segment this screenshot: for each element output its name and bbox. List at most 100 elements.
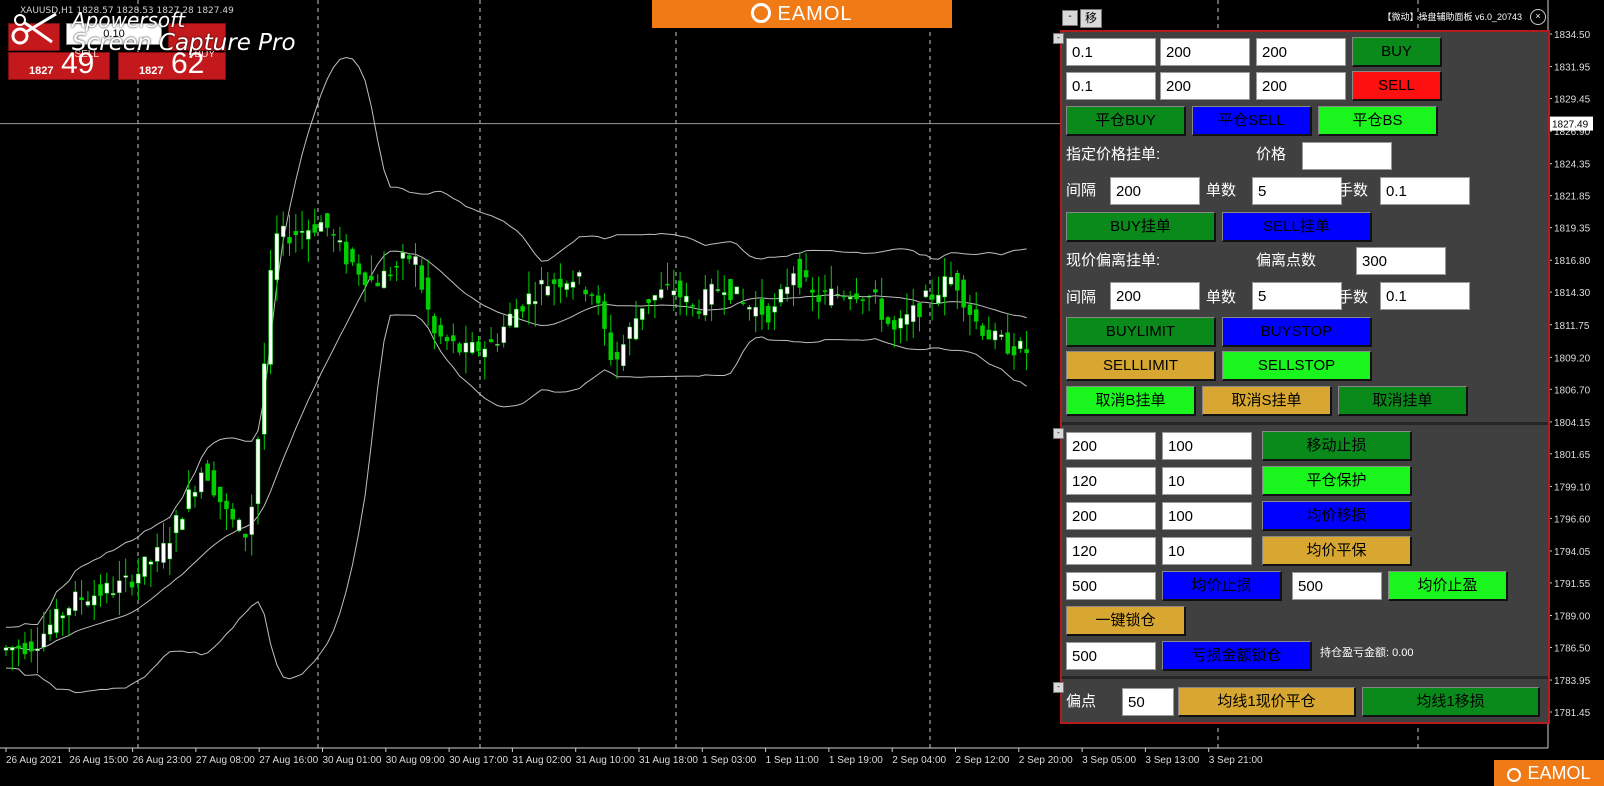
close-buy-button[interactable]: 平仓BUY	[1066, 106, 1186, 136]
time-tick-label: 27 Aug 16:00	[259, 755, 318, 766]
candle-bear	[325, 213, 330, 228]
sell-tp-input[interactable]: 200	[1256, 72, 1346, 100]
candle-bear	[589, 294, 595, 296]
scissors-icon	[11, 12, 57, 45]
buy-button[interactable]: BUY	[1352, 37, 1442, 67]
sell-lots-input[interactable]: 0.1	[1066, 72, 1156, 100]
interval-input[interactable]: 200	[1110, 177, 1200, 205]
buy-tp-input[interactable]: 200	[1256, 38, 1346, 66]
count2-input[interactable]: 5	[1252, 282, 1342, 310]
candle-bear	[608, 332, 614, 360]
ma-close-at-market-button[interactable]: 均线1现价平仓	[1178, 687, 1356, 717]
banner-text: EAMOL	[777, 3, 853, 25]
candle-bear	[892, 320, 897, 330]
price-input[interactable]	[1302, 142, 1392, 170]
one-click-sell-button[interactable]: SELL 1827 49	[8, 47, 110, 80]
collapse-section-2-button[interactable]: -	[1053, 428, 1064, 439]
close-icon[interactable]: ×	[1530, 9, 1546, 25]
count-input[interactable]: 5	[1252, 177, 1342, 205]
ma-move-stop-button[interactable]: 均线1移损	[1362, 687, 1540, 717]
candle-bull	[400, 252, 406, 259]
avg-trail-start-input[interactable]: 200	[1066, 502, 1156, 530]
avg-trail-step-input[interactable]: 100	[1162, 502, 1252, 530]
candle-bull	[999, 334, 1004, 338]
buystop-button[interactable]: BUYSTOP	[1222, 317, 1372, 347]
trail-step-input[interactable]: 100	[1162, 432, 1252, 460]
loss-lock-amount-input[interactable]: 500	[1066, 642, 1156, 670]
breakeven-button[interactable]: 平仓保护	[1262, 466, 1412, 496]
price-axis: 1834.501831.951829.451826.901824.351821.…	[1548, 30, 1593, 719]
avg-breakeven-trigger-input[interactable]: 120	[1066, 537, 1156, 565]
candle-bull	[482, 348, 488, 358]
buy-pending-button[interactable]: BUY挂单	[1066, 212, 1216, 242]
candle-bull	[123, 575, 128, 578]
time-tick-label: 30 Aug 09:00	[386, 755, 445, 766]
candle-bear	[1011, 346, 1017, 356]
collapse-section-1-button[interactable]: -	[1053, 33, 1064, 44]
time-tick-label: 26 Aug 2021	[6, 755, 63, 766]
avg-trailing-stop-button[interactable]: 均价移损	[1262, 501, 1412, 531]
panel-titlebar[interactable]: - 移 【微动】操盘辅助面板 v6.0_20743 ×	[1062, 8, 1550, 30]
breakeven-trigger-input[interactable]: 120	[1066, 467, 1156, 495]
sellstop-button[interactable]: SELLSTOP	[1222, 351, 1372, 381]
candle-bull	[753, 306, 758, 317]
close-sell-button[interactable]: 平仓SELL	[1192, 106, 1312, 136]
candle-bear	[419, 265, 425, 290]
candle-bull	[545, 285, 551, 296]
avg-breakeven-offset-input[interactable]: 10	[1162, 537, 1252, 565]
candle-bear	[967, 304, 973, 315]
candle-bull	[318, 222, 324, 232]
sell-button[interactable]: SELL	[1352, 71, 1442, 101]
candle-bull	[249, 506, 254, 535]
lots-input[interactable]: 0.1	[1380, 177, 1470, 205]
panel-title: 【微动】操盘辅助面板 v6.0_20743	[1382, 12, 1522, 22]
candle-bull	[791, 273, 796, 286]
move-button[interactable]: 移	[1080, 9, 1102, 28]
trailing-stop-button[interactable]: 移动止损	[1262, 431, 1412, 461]
one-click-buy-button[interactable]: BUY 1827 62	[118, 47, 226, 80]
candle-bull	[539, 279, 544, 285]
offset-points-input[interactable]: 50	[1122, 688, 1174, 716]
time-tick-label: 26 Aug 15:00	[69, 755, 128, 766]
candle-bear	[406, 255, 412, 260]
candle-bear	[375, 282, 380, 287]
lots2-input[interactable]: 0.1	[1380, 282, 1470, 310]
candle-bull	[117, 580, 122, 594]
avg-breakeven-button[interactable]: 均价平保	[1262, 536, 1412, 566]
candle-bull	[898, 318, 903, 329]
trail-start-input[interactable]: 200	[1066, 432, 1156, 460]
cancel-all-pending-button[interactable]: 取消挂单	[1338, 386, 1468, 416]
candle-bear	[129, 581, 135, 588]
candle-bull	[640, 308, 645, 320]
cancel-sell-pending-button[interactable]: 取消S挂单	[1202, 386, 1332, 416]
candle-bull	[747, 306, 752, 310]
buylimit-button[interactable]: BUYLIMIT	[1066, 317, 1216, 347]
offset-input[interactable]: 300	[1356, 247, 1446, 275]
interval2-input[interactable]: 200	[1110, 282, 1200, 310]
buy-sl-input[interactable]: 200	[1160, 38, 1250, 66]
sell-sl-input[interactable]: 200	[1160, 72, 1250, 100]
loss-amount-lock-button[interactable]: 亏损金额锁仓	[1162, 641, 1312, 671]
avg-take-profit-button[interactable]: 均价止盈	[1388, 571, 1508, 601]
time-tick-label: 2 Sep 12:00	[956, 755, 1010, 766]
lock-position-button[interactable]: 一键锁仓	[1066, 606, 1186, 636]
sell-pending-button[interactable]: SELL挂单	[1222, 212, 1372, 242]
candle-bull	[154, 547, 160, 562]
offset-points-label: 偏点	[1066, 693, 1097, 710]
close-bs-button[interactable]: 平仓BS	[1318, 106, 1438, 136]
selllimit-button[interactable]: SELLLIMIT	[1066, 351, 1216, 381]
candle-bull	[904, 314, 910, 325]
minimize-button[interactable]: -	[1062, 10, 1078, 26]
breakeven-offset-input[interactable]: 10	[1162, 467, 1252, 495]
avg-stop-loss-button[interactable]: 均价止损	[1162, 571, 1282, 601]
time-tick-label: 31 Aug 10:00	[576, 755, 635, 766]
cancel-buy-pending-button[interactable]: 取消B挂单	[1066, 386, 1196, 416]
buy-lots-input[interactable]: 0.1	[1066, 38, 1156, 66]
avg-tp-input[interactable]: 500	[1292, 572, 1382, 600]
candle-bull	[866, 296, 872, 298]
candle-bull	[463, 342, 469, 353]
interval-label: 间隔	[1066, 182, 1097, 199]
collapse-section-3-button[interactable]: -	[1053, 682, 1064, 693]
avg-sl-input[interactable]: 500	[1066, 572, 1156, 600]
candle-bull	[91, 595, 97, 606]
